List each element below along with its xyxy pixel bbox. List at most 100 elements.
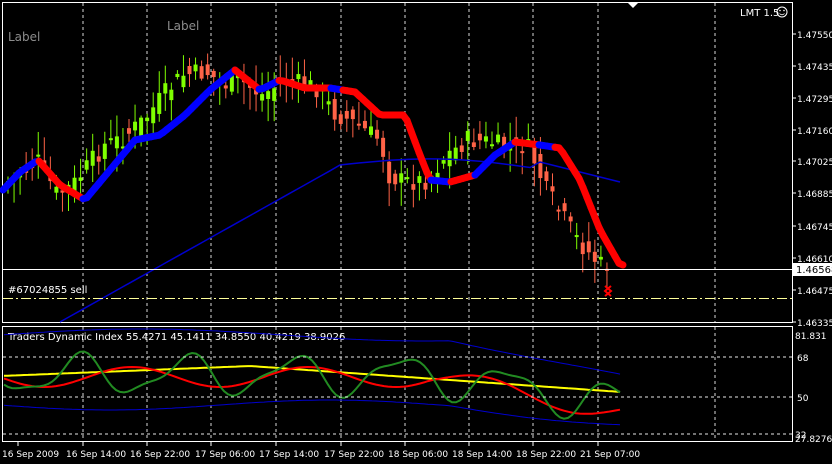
candle-body xyxy=(169,89,174,101)
price-tick-label: 1.46475 xyxy=(797,287,832,297)
price-tick-label: 1.47550 xyxy=(797,31,832,41)
candle-body xyxy=(272,88,277,101)
tdi-signal-line xyxy=(3,365,621,393)
candle-body xyxy=(145,117,150,122)
price-tick-label: 1.47435 xyxy=(797,63,832,73)
fast-ma-segment xyxy=(615,259,627,269)
candle-body xyxy=(574,235,579,238)
price-axis[interactable]: 1.47550 1.47435 1.47295 1.47160 1.47025 1.468… xyxy=(792,31,832,329)
candle-body xyxy=(96,156,101,162)
candle-body xyxy=(344,110,349,119)
indicator-level-label: 81.831 xyxy=(795,332,827,342)
candle-body xyxy=(598,256,603,260)
candle-body xyxy=(381,137,386,157)
candle-body xyxy=(151,107,156,124)
candle-body xyxy=(157,92,162,114)
slow-moving-average xyxy=(59,158,621,323)
candle-body xyxy=(296,74,301,80)
shift-marker-icon[interactable] xyxy=(628,3,638,8)
price-chart[interactable]: #67024855 sell Label Label LMT 1.5 1.475… xyxy=(0,0,832,464)
candle-body xyxy=(84,160,89,170)
tdi-trade-line xyxy=(3,365,621,415)
candle-body xyxy=(338,114,343,124)
candle-body xyxy=(369,126,373,135)
candle-body xyxy=(532,146,537,164)
vertical-grid xyxy=(82,3,716,441)
candle-body xyxy=(211,70,216,78)
candle-body xyxy=(441,160,446,164)
price-tick-label: 1.46745 xyxy=(797,223,832,233)
candle-body xyxy=(114,136,119,149)
candle-body xyxy=(187,66,192,75)
candle-body xyxy=(127,128,131,134)
traders-dynamic-index xyxy=(3,328,621,426)
candle-body xyxy=(538,153,543,179)
candle-body xyxy=(108,138,113,141)
candle-body xyxy=(592,251,597,262)
candle-body xyxy=(375,129,380,139)
candle-body xyxy=(423,182,428,190)
candle-body xyxy=(90,150,95,166)
time-tick-label: 21 Sep 07:00 xyxy=(580,450,640,460)
candle-body xyxy=(411,184,416,190)
candle-body xyxy=(78,177,83,181)
time-tick-label: 18 Sep 22:00 xyxy=(516,450,576,460)
candle-body xyxy=(496,134,501,143)
candle-body xyxy=(181,75,186,88)
indicator-title: Traders Dynamic Index 55.4271 45.1411 34… xyxy=(7,332,345,343)
price-tick-label: 1.47025 xyxy=(797,158,832,168)
candle-body xyxy=(175,73,180,78)
candle-body xyxy=(266,91,271,100)
candle-body xyxy=(199,66,204,79)
candle-body xyxy=(556,209,561,212)
candle-body xyxy=(459,145,464,152)
candle-body xyxy=(399,173,404,183)
candle-body xyxy=(205,64,210,76)
time-tick-label: 18 Sep 06:00 xyxy=(388,450,448,460)
time-tick-label: 17 Sep 22:00 xyxy=(324,450,384,460)
candle-body xyxy=(483,136,488,142)
candle-body xyxy=(193,64,198,72)
candle-body xyxy=(471,142,476,147)
price-tick-label: 1.47295 xyxy=(797,95,832,105)
order-line-label: #67024855 sell xyxy=(8,285,87,296)
price-tick-label: 1.47160 xyxy=(797,127,832,137)
candle-body xyxy=(260,94,265,101)
time-tick-label: 17 Sep 14:00 xyxy=(259,450,319,460)
candle-body xyxy=(36,154,41,157)
time-tick-label: 16 Sep 22:00 xyxy=(130,450,190,460)
candle-body xyxy=(405,177,410,180)
candle-body xyxy=(562,203,567,212)
time-axis[interactable]: 16 Sep 2009 16 Sep 14:00 16 Sep 22:00 17 Se… xyxy=(2,442,640,460)
candle-body xyxy=(580,242,585,255)
current-price-text: 1.46568 xyxy=(796,265,832,276)
candle-body xyxy=(133,121,138,131)
time-tick-label: 17 Sep 06:00 xyxy=(195,450,255,460)
time-tick-label: 16 Sep 14:00 xyxy=(66,450,126,460)
candle-body xyxy=(544,171,549,181)
candle-body xyxy=(417,176,422,183)
indicator-frame xyxy=(2,326,793,442)
candle-body xyxy=(54,186,59,193)
candle-body xyxy=(139,117,144,137)
indicator-level-label: 50 xyxy=(797,394,809,404)
candle-body xyxy=(586,241,591,253)
candle-body xyxy=(356,123,361,126)
candle-body xyxy=(465,130,470,141)
candle-body xyxy=(332,99,337,120)
candle-body xyxy=(520,151,525,154)
main-chart-frame xyxy=(2,2,793,323)
tdi-lower-band xyxy=(3,399,621,426)
time-tick-label: 18 Sep 14:00 xyxy=(452,450,512,460)
candle-body xyxy=(568,216,573,222)
indicator-axis: 81.83168503227.8276 xyxy=(3,332,832,445)
candle-body xyxy=(102,143,107,159)
label-text-1: Label xyxy=(8,30,40,44)
indicator-level-label: 68 xyxy=(797,354,809,364)
candle-body xyxy=(163,83,168,94)
candle-body xyxy=(453,147,458,161)
candle-body xyxy=(326,101,331,105)
candle-body xyxy=(223,85,228,89)
sell-arrow-icon xyxy=(603,285,613,297)
candle-body xyxy=(447,150,452,167)
